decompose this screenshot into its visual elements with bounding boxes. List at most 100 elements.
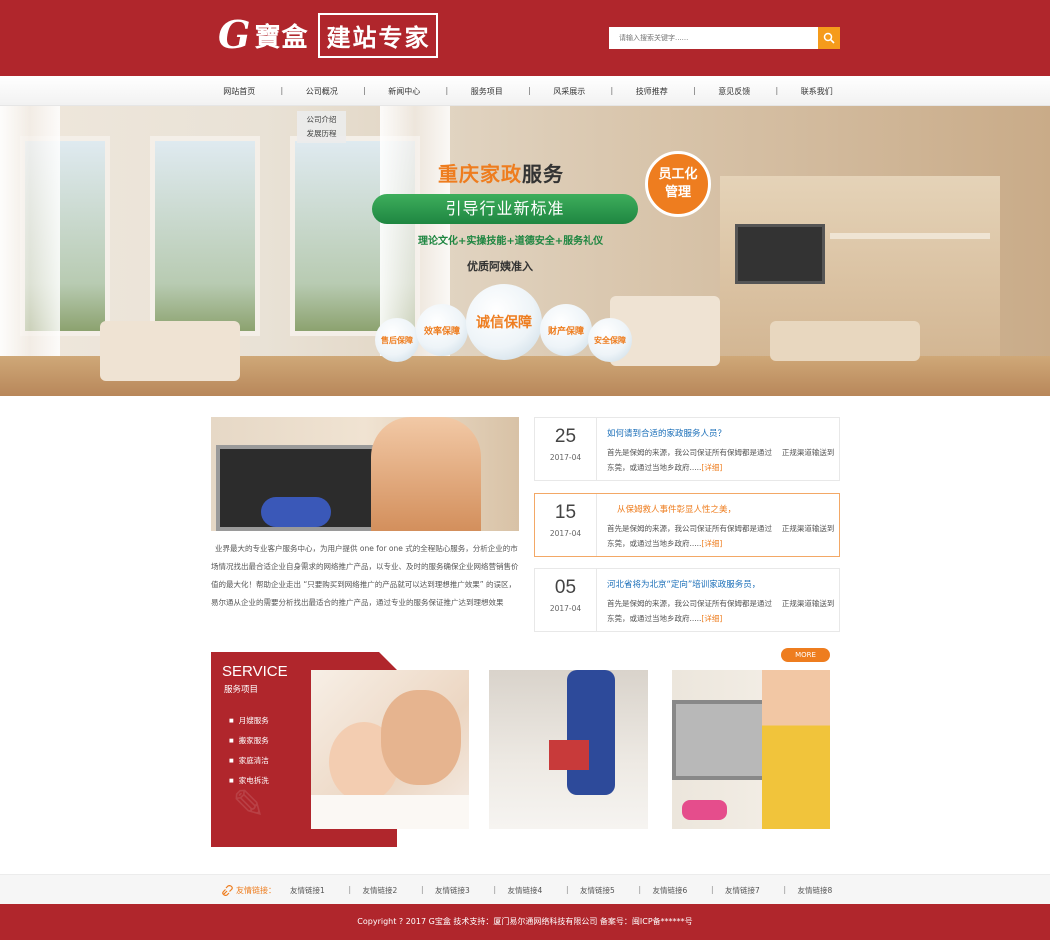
banner-shelf bbox=[830, 233, 990, 239]
service-item-maternity[interactable]: 月嫂服务 bbox=[229, 711, 269, 731]
news-year-month: 2017-04 bbox=[549, 604, 582, 613]
broom-icon: ✎ bbox=[232, 782, 266, 828]
news-item[interactable]: 15 2017-04 从保姆救人事件彰显人性之美， 首先是保姆的来源，我公司保证… bbox=[534, 493, 840, 557]
banner-sofa-left bbox=[100, 321, 240, 381]
news-summary: 首先是保姆的来源，我公司保证所有保姆都是通过 正规渠道输送到东莞，或通过当地乡政… bbox=[607, 445, 837, 475]
nav-item-feedback[interactable]: 意见反馈 bbox=[693, 86, 776, 97]
search-bar bbox=[609, 27, 840, 49]
bubble-after-sales: 售后保障 bbox=[375, 318, 419, 362]
bubble-efficiency: 效率保障 bbox=[416, 304, 468, 356]
news-day: 25 bbox=[554, 426, 577, 447]
news-title[interactable]: 如何请到合适的家政服务人员？ bbox=[607, 427, 726, 439]
news-item[interactable]: 05 2017-04 河北省将为北京“定向”培训家政服务员， 首先是保姆的来源，… bbox=[534, 568, 840, 632]
service-item-cleaning[interactable]: 家庭清洁 bbox=[229, 751, 269, 771]
badge-line-1: 员工化 bbox=[658, 167, 698, 182]
news-title[interactable]: 河北省将为北京“定向”培训家政服务员， bbox=[607, 578, 760, 590]
news-year-month: 2017-04 bbox=[549, 453, 582, 462]
news-item[interactable]: 25 2017-04 如何请到合适的家政服务人员？ 首先是保姆的来源，我公司保证… bbox=[534, 417, 840, 481]
service-photo-baby[interactable] bbox=[311, 670, 469, 829]
site-logo[interactable]: G 寶盒 建站专家 bbox=[218, 12, 439, 58]
news-summary: 首先是保姆的来源，我公司保证所有保姆都是通过 正规渠道输送到东莞，或通过当地乡政… bbox=[607, 596, 837, 626]
dropdown-item-intro[interactable]: 公司介绍 bbox=[297, 113, 346, 127]
banner-subtitle-2: 优质阿姨准入 bbox=[467, 260, 533, 273]
main-nav: 网站首页 公司概况 新闻中心 服务项目 风采展示 技师推荐 意见反馈 联系我们 bbox=[0, 76, 1050, 106]
nav-item-technicians[interactable]: 技师推荐 bbox=[611, 86, 694, 97]
banner-tv-cabinet bbox=[770, 321, 920, 361]
news-day: 15 bbox=[554, 502, 577, 523]
hero-banner[interactable]: 重庆家政服务 引导行业新标准 员工化 管理 理论文化+实操技能+道德安全+服务礼… bbox=[0, 106, 1050, 396]
service-photo-microwave[interactable] bbox=[672, 670, 830, 829]
nav-item-about[interactable]: 公司概况 bbox=[281, 86, 364, 97]
photo-bucket bbox=[549, 740, 589, 770]
service-title-cn: 服务项目 bbox=[224, 685, 259, 695]
banner-curtain-left bbox=[0, 106, 60, 366]
photo-sponge bbox=[682, 800, 727, 820]
banner-tv bbox=[735, 224, 825, 284]
banner-subtitle: 理论文化+实操技能+道德安全+服务礼仪 bbox=[418, 236, 604, 247]
nav-item-contact[interactable]: 联系我们 bbox=[776, 86, 859, 97]
news-title[interactable]: 从保姆救人事件彰显人性之美， bbox=[617, 503, 736, 515]
friend-link[interactable]: 友情链接6 bbox=[639, 885, 726, 896]
friend-link[interactable]: 友情链接8 bbox=[784, 885, 871, 896]
news-detail-link[interactable]: [详细] bbox=[701, 614, 722, 623]
news-detail-link[interactable]: [详细] bbox=[701, 539, 722, 548]
site-header: G 寶盒 建站专家 bbox=[0, 0, 1050, 76]
friend-link[interactable]: 友情链接1 bbox=[290, 885, 363, 896]
bubble-property: 财产保障 bbox=[540, 304, 592, 356]
banner-title-rest: 服务 bbox=[522, 162, 564, 186]
feature-image-person bbox=[371, 417, 481, 531]
feature-image-duster bbox=[261, 497, 331, 527]
search-input[interactable] bbox=[609, 27, 818, 49]
banner-title: 重庆家政服务 bbox=[438, 158, 564, 187]
banner-title-highlight: 重庆家政 bbox=[438, 162, 522, 186]
link-icon bbox=[222, 884, 233, 896]
friend-link[interactable]: 友情链接4 bbox=[494, 885, 581, 896]
photo-worker bbox=[567, 670, 615, 795]
news-date: 25 2017-04 bbox=[535, 418, 597, 480]
photo-mother-face bbox=[381, 690, 461, 785]
friend-link[interactable]: 友情链接7 bbox=[711, 885, 798, 896]
friend-link[interactable]: 友情链接5 bbox=[566, 885, 653, 896]
banner-slogan-pill: 引导行业新标准 bbox=[372, 194, 638, 224]
news-date: 05 2017-04 bbox=[535, 569, 597, 631]
banner-window-mid bbox=[150, 136, 260, 336]
photo-microwave bbox=[672, 700, 772, 780]
logo-brand-name: 寶盒 bbox=[254, 22, 309, 53]
news-summary: 首先是保姆的来源，我公司保证所有保姆都是通过 正规渠道输送到东莞，或通过当地乡政… bbox=[607, 521, 837, 551]
service-photo-mopping[interactable] bbox=[489, 670, 648, 829]
nav-item-services[interactable]: 服务项目 bbox=[446, 86, 529, 97]
dropdown-item-history[interactable]: 发展历程 bbox=[297, 127, 346, 141]
search-button[interactable] bbox=[818, 27, 840, 49]
service-panel-notch bbox=[379, 652, 397, 670]
logo-tagline: 建站专家 bbox=[318, 12, 439, 58]
feature-description: 业界最大的专业客户服务中心，为用户提供 one for one 式的全程贴心服务… bbox=[211, 544, 519, 607]
news-date: 15 2017-04 bbox=[535, 494, 597, 556]
photo-cleaner bbox=[762, 670, 830, 829]
copyright-text: Copyright ? 2017 G宝盒 技术支持：厦门易尔通网络科技有限公司 … bbox=[357, 917, 693, 926]
logo-mark: G bbox=[218, 12, 251, 57]
bubble-integrity: 诚信保障 bbox=[466, 284, 542, 360]
more-button[interactable]: MORE bbox=[781, 648, 830, 662]
news-day: 05 bbox=[554, 577, 577, 598]
nav-item-gallery[interactable]: 风采展示 bbox=[528, 86, 611, 97]
photo-blanket bbox=[311, 795, 469, 829]
nav-dropdown-about: 公司介绍 发展历程 bbox=[297, 111, 346, 143]
friend-links-label-text: 友情链接： bbox=[236, 885, 276, 895]
nav-item-home[interactable]: 网站首页 bbox=[198, 86, 281, 97]
banner-badge: 员工化 管理 bbox=[645, 151, 711, 217]
site-footer: Copyright ? 2017 G宝盒 技术支持：厦门易尔通网络科技有限公司 … bbox=[0, 904, 1050, 940]
nav-item-news[interactable]: 新闻中心 bbox=[363, 86, 446, 97]
friend-link[interactable]: 友情链接2 bbox=[349, 885, 436, 896]
friend-links-label: 友情链接： bbox=[222, 884, 276, 896]
service-title-en: SERVICE bbox=[222, 663, 288, 680]
friend-links-bar: 友情链接： 友情链接1 友情链接2 友情链接3 友情链接4 友情链接5 友情链接… bbox=[0, 874, 1050, 904]
bubble-safety: 安全保障 bbox=[588, 318, 632, 362]
service-item-moving[interactable]: 搬家服务 bbox=[229, 731, 269, 751]
news-detail-link[interactable]: [详细] bbox=[701, 463, 722, 472]
news-year-month: 2017-04 bbox=[549, 529, 582, 538]
friend-link[interactable]: 友情链接3 bbox=[421, 885, 508, 896]
badge-line-2: 管理 bbox=[664, 185, 691, 200]
feature-image[interactable] bbox=[211, 417, 519, 531]
search-icon bbox=[823, 32, 835, 44]
service-list: 月嫂服务 搬家服务 家庭清洁 家电拆洗 bbox=[229, 711, 269, 791]
